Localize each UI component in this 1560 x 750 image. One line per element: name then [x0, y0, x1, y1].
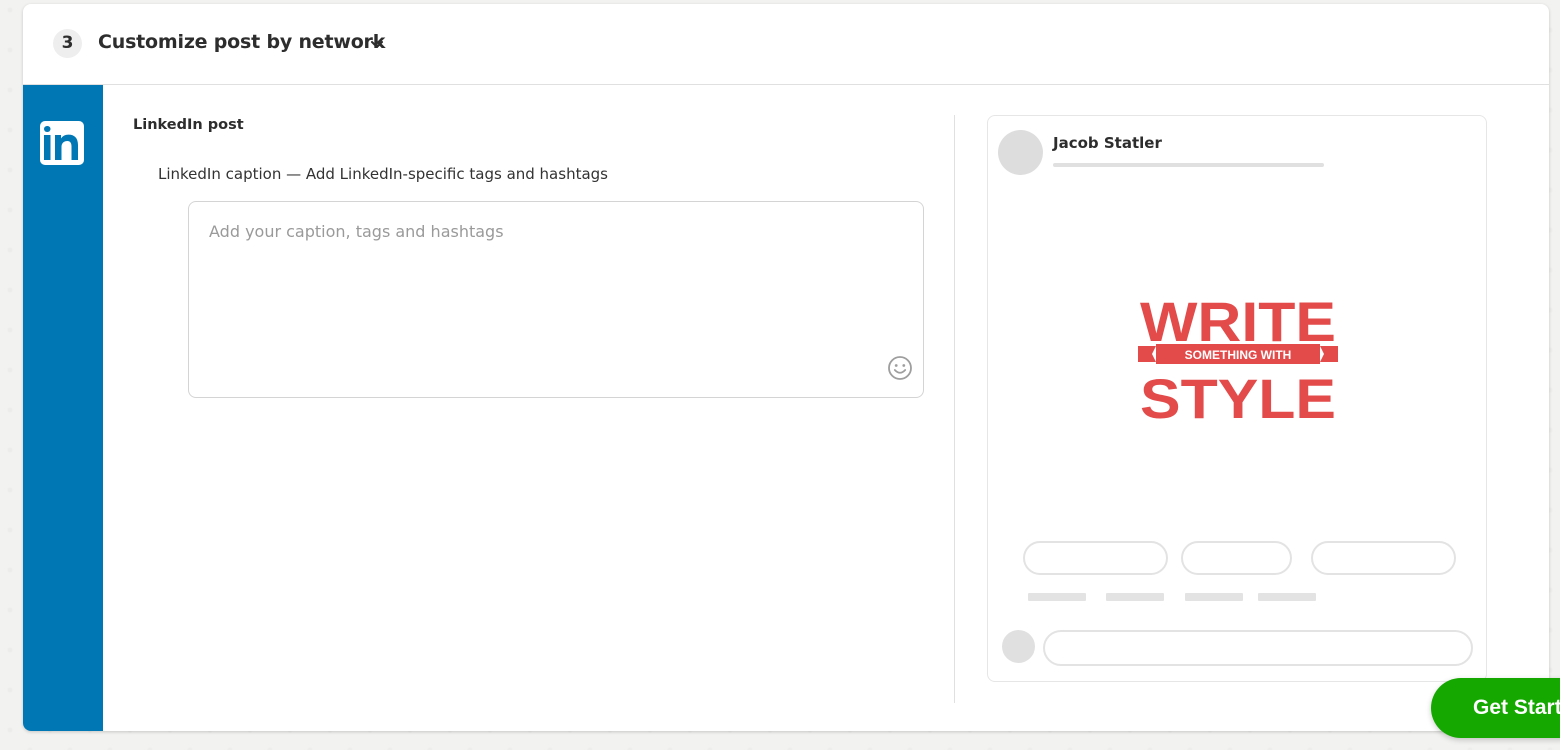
- pane-divider: [954, 115, 955, 703]
- preview-post-image: WRITE SOMETHING WITH STYLE: [1138, 290, 1338, 426]
- preview-action-placeholder: [1311, 541, 1456, 575]
- network-rail-linkedin: [23, 85, 103, 731]
- preview-stat-placeholder: [1106, 593, 1164, 601]
- post-title: LinkedIn post: [133, 117, 244, 133]
- avatar: [998, 130, 1043, 175]
- caption-label: LinkedIn caption — Add LinkedIn-specific…: [158, 165, 608, 183]
- caption-input[interactable]: [209, 222, 889, 342]
- preview-author-name: Jacob Statler: [1053, 134, 1162, 152]
- linkedin-post-preview: Jacob Statler WRITE SOMETHING WITH STYLE: [987, 115, 1487, 682]
- smiley-icon[interactable]: [887, 355, 913, 381]
- chevron-down-icon[interactable]: [369, 36, 385, 52]
- section-title[interactable]: Customize post by network: [98, 31, 385, 53]
- preview-action-placeholder: [1023, 541, 1168, 575]
- preview-action-placeholder: [1181, 541, 1292, 575]
- linkedin-editor-pane: LinkedIn post LinkedIn caption — Add Lin…: [103, 85, 955, 731]
- image-text-ribbon: SOMETHING WITH: [1185, 348, 1292, 362]
- image-text-write: WRITE: [1140, 290, 1336, 353]
- get-started-button[interactable]: Get Started: [1431, 678, 1560, 738]
- section-header[interactable]: 3 Customize post by network: [23, 4, 1549, 85]
- preview-subline-placeholder: [1053, 163, 1324, 167]
- preview-stat-placeholder: [1028, 593, 1086, 601]
- preview-comment-placeholder: [1043, 630, 1473, 666]
- caption-field-container[interactable]: [188, 201, 924, 398]
- linkedin-icon: [40, 121, 84, 165]
- image-text-style: STYLE: [1140, 367, 1336, 426]
- avatar: [1002, 630, 1035, 663]
- preview-stat-placeholder: [1258, 593, 1316, 601]
- preview-stat-placeholder: [1185, 593, 1243, 601]
- step-number-badge: 3: [53, 29, 82, 58]
- customize-post-card: 3 Customize post by network LinkedIn pos…: [23, 4, 1549, 731]
